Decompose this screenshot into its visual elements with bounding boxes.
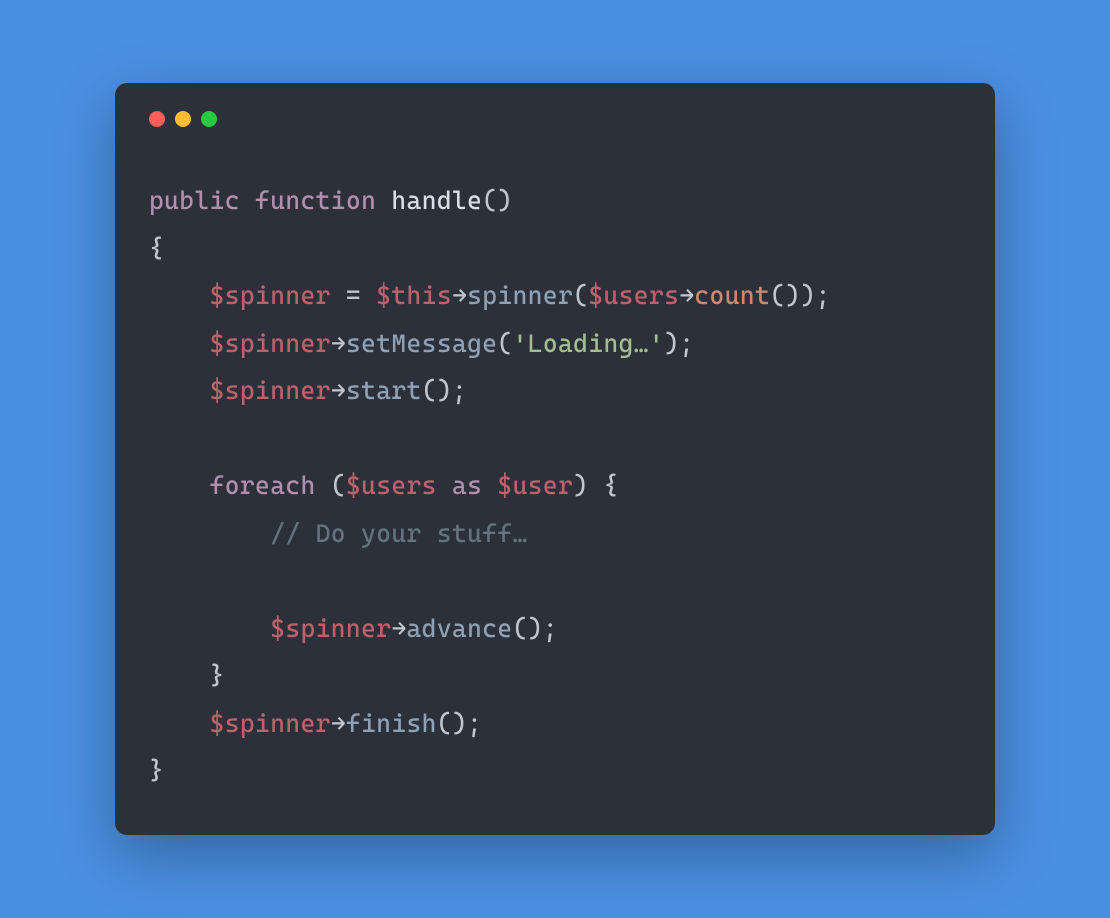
keyword-function: function <box>255 186 376 215</box>
var-spinner: $spinner <box>210 376 331 405</box>
function-name: handle <box>391 186 482 215</box>
var-spinner: $spinner <box>210 281 331 310</box>
paren-close: (); <box>437 709 482 738</box>
arrow-icon: → <box>452 281 467 310</box>
brace-close: } <box>210 661 225 690</box>
paren-open: ( <box>497 329 512 358</box>
var-users: $users <box>588 281 679 310</box>
var-user: $user <box>497 471 573 500</box>
var-users: $users <box>346 471 437 500</box>
maximize-icon[interactable] <box>201 111 217 127</box>
paren-open: ( <box>316 471 346 500</box>
keyword-as: as <box>437 471 498 500</box>
arrow-icon: → <box>331 709 346 738</box>
op-eq: = <box>331 281 376 310</box>
brace-close: } <box>149 756 164 785</box>
comment: // Do your stuff… <box>270 519 528 548</box>
method-finish: finish <box>346 709 437 738</box>
paren-close: (); <box>422 376 467 405</box>
method-start: start <box>346 376 422 405</box>
var-spinner: $spinner <box>210 709 331 738</box>
code-window: public function handle() { $spinner = $t… <box>115 83 995 835</box>
var-spinner: $spinner <box>270 614 391 643</box>
paren-close: (); <box>513 614 558 643</box>
method-setmessage: setMessage <box>346 329 497 358</box>
arrow-icon: → <box>331 329 346 358</box>
brace-open: { <box>149 234 164 263</box>
paren-close: ); <box>664 329 694 358</box>
code-block: public function handle() { $spinner = $t… <box>149 177 961 795</box>
var-this: $this <box>376 281 452 310</box>
keyword-public: public <box>149 186 240 215</box>
string-loading: 'Loading…' <box>513 329 664 358</box>
close-icon[interactable] <box>149 111 165 127</box>
paren-open: ( <box>573 281 588 310</box>
keyword-foreach: foreach <box>210 471 316 500</box>
paren-close: ()); <box>770 281 831 310</box>
method-advance: advance <box>407 614 513 643</box>
method-spinner: spinner <box>467 281 573 310</box>
var-spinner: $spinner <box>210 329 331 358</box>
arrow-icon: → <box>391 614 406 643</box>
parens: () <box>482 186 512 215</box>
paren-close-brace: ) { <box>573 471 618 500</box>
arrow-icon: → <box>331 376 346 405</box>
method-count: count <box>694 281 770 310</box>
traffic-lights <box>149 111 961 127</box>
minimize-icon[interactable] <box>175 111 191 127</box>
arrow-icon: → <box>679 281 694 310</box>
